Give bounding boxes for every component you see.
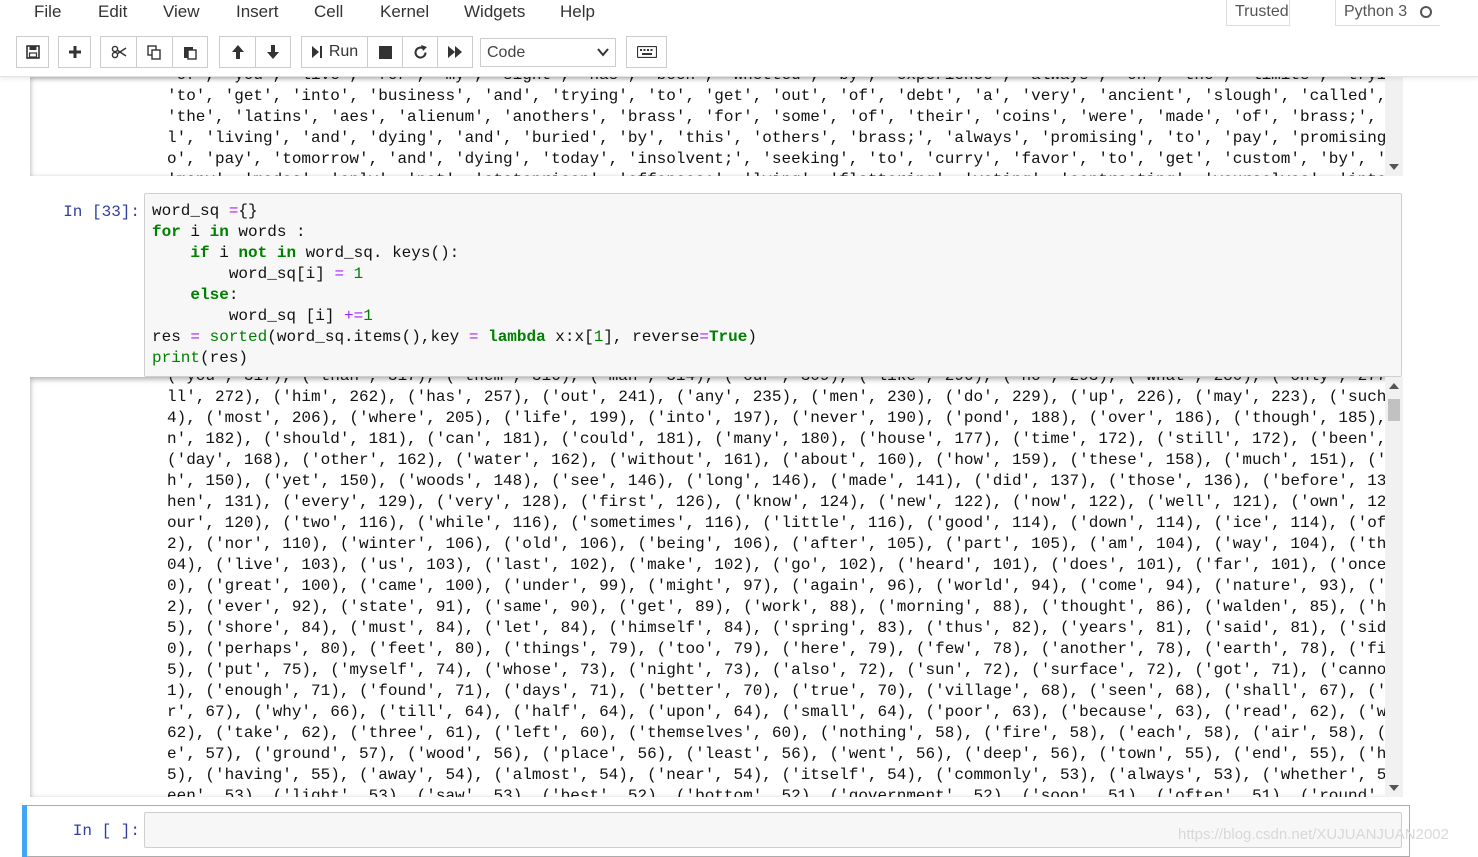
notebook-header: File Edit View Insert Cell Kernel Widget… [0,0,1478,77]
code-cell-input[interactable]: word_sq ={} for i in words : if i not in… [144,193,1402,377]
menu-view[interactable]: View [163,2,200,22]
code-editor[interactable]: word_sq ={} for i in words : if i not in… [145,194,1401,369]
restart-run-all-button[interactable] [437,36,473,68]
plus-icon [68,46,81,58]
step-forward-icon [311,46,322,58]
keyboard-icon [636,46,657,58]
output-line: een', 53), ('light', 53), ('saw', 53), (… [167,787,1403,797]
menu-help[interactable]: Help [560,2,595,22]
arrow-up-icon [231,45,244,59]
output-line: 'to', 'get', 'into', 'business', 'and', … [167,87,1403,105]
copy-icon [147,44,161,60]
main-toolbar: Run Code [0,36,1440,72]
output-line: hen', 131), ('every', 129), ('very', 128… [167,493,1403,511]
output-line: 5), ('put', 75), ('myself', 74), ('whose… [167,661,1403,679]
run-button[interactable]: Run [301,36,367,68]
output-line: of', 'you', 'live', 'for', 'my', 'sight'… [167,76,1403,86]
paste-icon [183,46,197,60]
output-line: 4), ('most', 206), ('where', 205), ('lif… [167,409,1403,427]
top-cell-output[interactable]: of', 'you', 'live', 'for', 'my', 'sight'… [30,76,1403,176]
result-output-scrollbar[interactable] [1385,377,1403,797]
stop-icon [378,45,392,59]
result-output-text: ('you', 317), ('than', 317), ('them', 31… [167,377,1403,797]
menu-cell[interactable]: Cell [314,2,343,22]
copy-button[interactable] [136,36,172,68]
run-button-label: Run [328,43,359,60]
trusted-indicator[interactable]: Trusted [1226,0,1290,26]
output-line: e', 57), ('ground', 57), ('wood', 56), (… [167,745,1403,763]
move-up-button[interactable] [219,36,255,68]
refresh-icon [414,44,427,59]
menu-file[interactable]: File [34,2,61,22]
menu-bar: File Edit View Insert Cell Kernel Widget… [0,0,1440,28]
top-output-scrollbar[interactable] [1385,76,1403,176]
output-line: 0), ('perhaps', 80), ('feet', 80), ('thi… [167,640,1403,658]
scroll-down-icon[interactable] [1389,785,1399,791]
input-prompt: In [33]: [63,203,140,221]
output-line: 2), ('nor', 110), ('winter', 106), ('old… [167,535,1403,553]
output-line: l', 'living', 'and', 'dying', 'and', 'bu… [167,129,1403,147]
menu-insert[interactable]: Insert [236,2,279,22]
restart-kernel-button[interactable] [402,36,437,68]
save-button[interactable] [16,36,49,68]
output-line: ('you', 317), ('than', 317), ('them', 31… [167,377,1403,387]
output-line: 'the', 'latins', 'aes', 'alienum', 'anot… [167,108,1403,126]
chevron-down-icon [597,48,609,57]
watermark: https://blog.csdn.net/XUJUANJUAN2002 [1178,826,1449,843]
kernel-idle-icon [1420,6,1432,18]
arrow-down-icon [267,45,279,59]
scissors-icon [111,45,126,59]
output-line: r', 67), ('why', 66), ('till', 64), ('ha… [167,703,1403,721]
output-line: our', 120), ('two', 116), ('while', 116)… [167,514,1403,532]
top-output-text: of', 'you', 'live', 'for', 'my', 'sight'… [167,76,1403,176]
insert-cell-button[interactable] [58,36,91,68]
scrollbar-thumb[interactable] [1388,399,1400,421]
save-icon [25,45,40,59]
paste-button[interactable] [172,36,208,68]
cell-selection-bar [22,805,27,857]
cut-button[interactable] [100,36,136,68]
output-line: 1), ('enough', 71), ('found', 71), ('day… [167,682,1403,700]
output-line: ll', 272), ('him', 262), ('has', 257), (… [167,388,1403,406]
notebook-container: of', 'you', 'live', 'for', 'my', 'sight'… [0,76,1478,857]
result-cell-output[interactable]: ('you', 317), ('than', 317), ('them', 31… [30,377,1403,797]
fast-forward-icon [448,46,462,58]
cell-type-select[interactable]: Code [480,38,616,67]
cell-type-value: Code [487,44,526,61]
output-line: o', 'pay', 'tomorrow', 'and', 'dying', '… [167,150,1403,168]
output-line: 5), ('shore', 84), ('must', 84), ('let',… [167,619,1403,637]
output-line: 04), ('live', 103), ('us', 103), ('last'… [167,556,1403,574]
scroll-down-icon[interactable] [1389,164,1399,170]
output-line: 2), ('ever', 92), ('state', 91), ('same'… [167,598,1403,616]
command-palette-button[interactable] [626,36,667,68]
interrupt-kernel-button[interactable] [367,36,402,68]
empty-cell-prompt: In [ ]: [72,822,140,840]
move-down-button[interactable] [255,36,291,68]
output-line: h', 150), ('yet', 150), ('woods', 148), … [167,472,1403,490]
scroll-up-icon[interactable] [1389,383,1399,389]
output-line: ('day', 168), ('other', 162), ('water', … [167,451,1403,469]
output-line: 0), ('great', 100), ('came', 100), ('und… [167,577,1403,595]
menu-edit[interactable]: Edit [98,2,127,22]
output-line: n', 182), ('should', 181), ('can', 181),… [167,430,1403,448]
output-line: 'many', 'modes', 'only', 'not', 'statepr… [167,170,1403,176]
menu-kernel[interactable]: Kernel [380,2,429,22]
output-line: 5), ('having', 55), ('away', 54), ('almo… [167,766,1403,784]
menu-widgets[interactable]: Widgets [464,2,525,22]
output-line: 62), ('take', 62), ('three', 61), ('left… [167,724,1403,742]
